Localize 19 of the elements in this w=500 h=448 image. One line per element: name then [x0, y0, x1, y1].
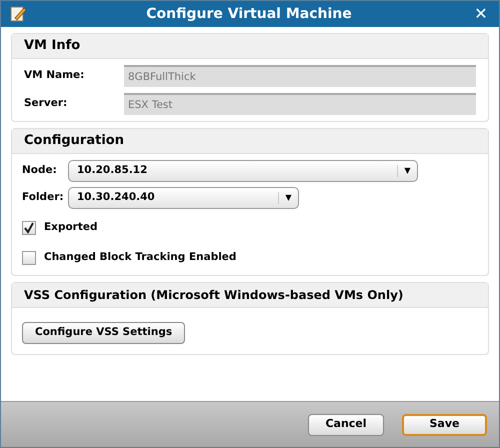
field-label: VM Name: [24, 68, 86, 84]
configure-vss-button[interactable]: Configure VSS Settings [22, 322, 186, 344]
close-button[interactable]: ✕ [471, 2, 491, 26]
dropdown[interactable]: 10.20.85.12 ▼ [68, 160, 418, 182]
field-label: Server: [24, 96, 68, 112]
checkbox[interactable] [22, 251, 36, 265]
dropdown[interactable]: 10.30.240.40 ▼ [68, 187, 299, 209]
window-title: Configure Virtual Machine [145, 4, 353, 24]
section-header: VM Info [12, 34, 488, 59]
section-header: Configuration [12, 129, 488, 154]
pencil-note-icon [9, 5, 27, 23]
checkbox-label: Changed Block Tracking Enabled [44, 250, 236, 266]
cancel-button[interactable]: Cancel [308, 414, 384, 436]
field-label: Node: [22, 163, 58, 178]
save-button[interactable]: Save [402, 414, 487, 436]
field-label: Folder: [22, 190, 65, 206]
section-header: VSS Configuration (Microsoft Windows-based VMs Only) [12, 283, 488, 308]
checkbox-label: Exported [44, 220, 98, 236]
checkbox[interactable] [22, 221, 36, 235]
